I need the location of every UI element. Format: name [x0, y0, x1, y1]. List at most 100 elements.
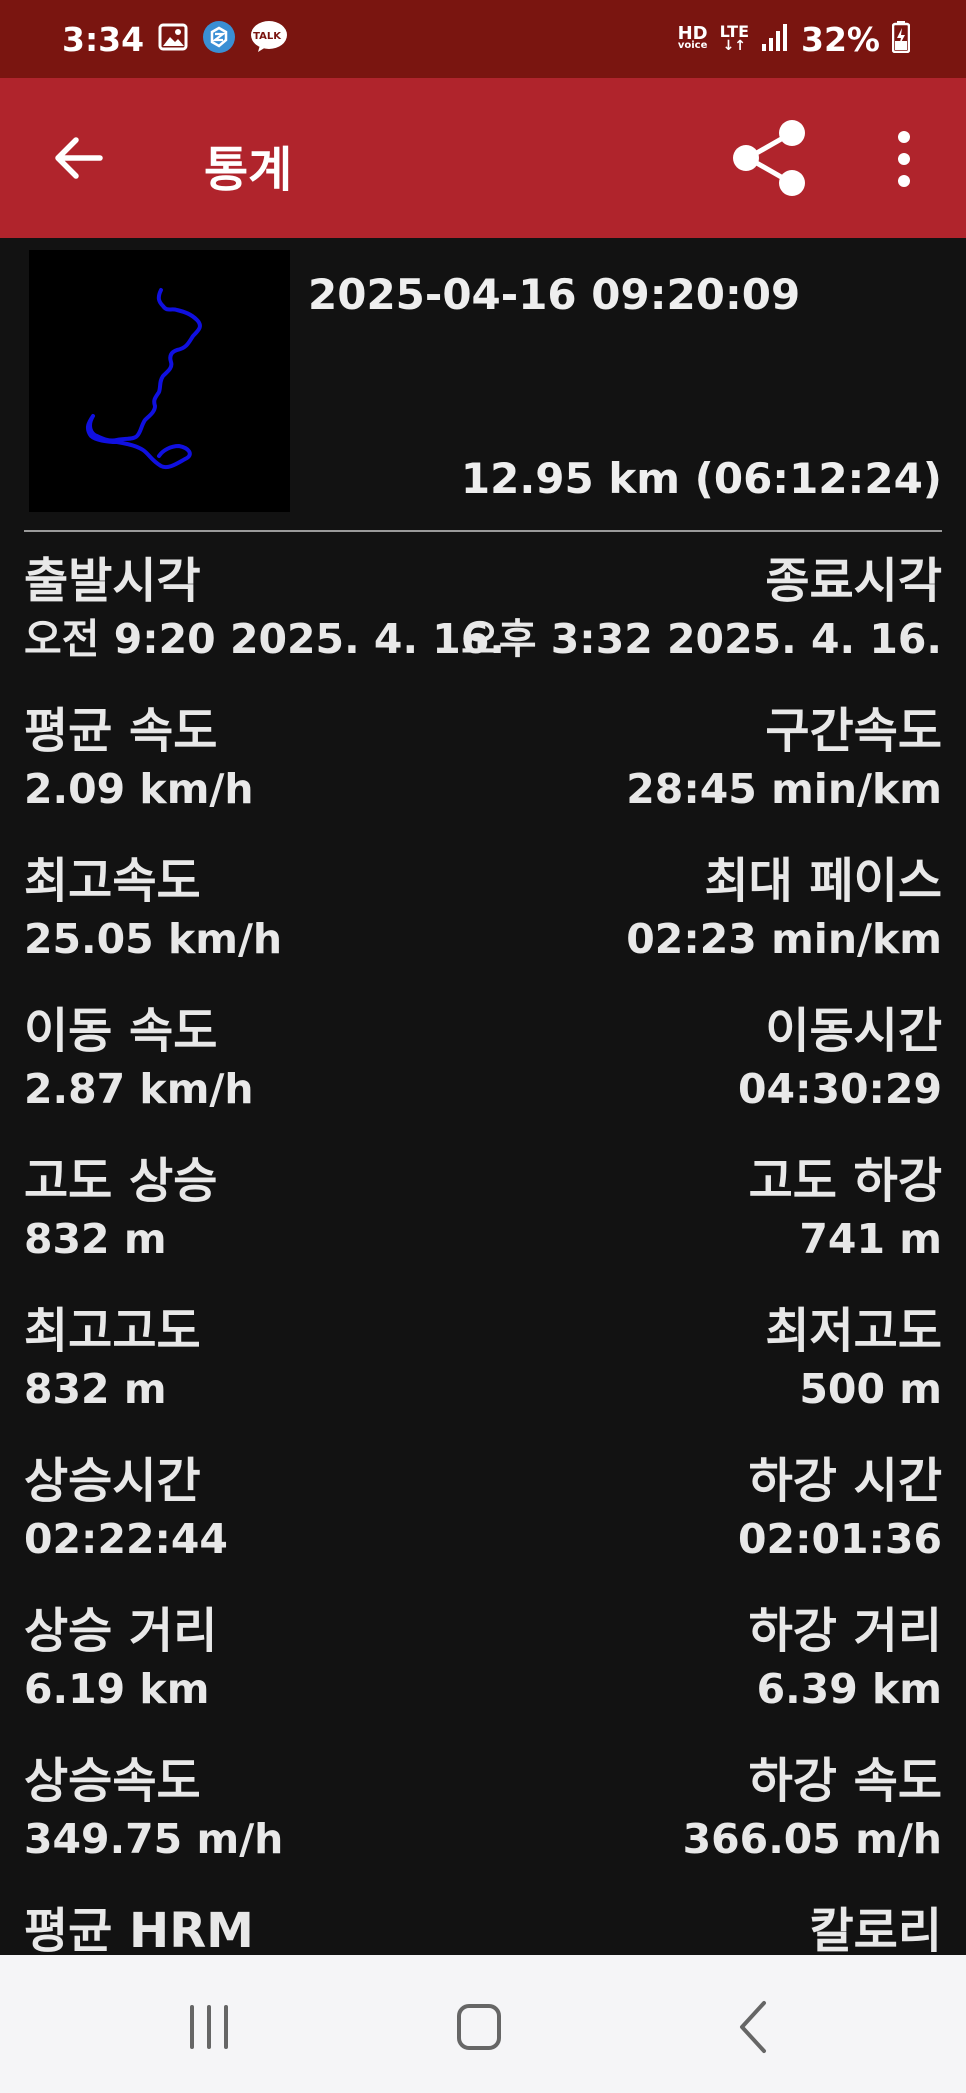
track-distance-duration: 12.95 km (06:12:24)	[460, 454, 942, 503]
stat-value: 832 m	[24, 1365, 167, 1413]
stat-label: 하강 속도	[748, 1753, 942, 1809]
stat-elevation-loss: 고도 하강 741 m	[749, 1150, 942, 1266]
stat-calories: 칼로리	[810, 1900, 942, 1955]
stat-average-speed: 평균 속도 2.09 km/h	[24, 700, 254, 816]
stat-ascent-speed: 상승속도 349.75 m/h	[24, 1750, 283, 1866]
stat-label: 구간속도	[765, 703, 942, 759]
stat-row: 출발시각 오전 9:20 2025. 4. 16. 종료시각 오후 3:32 2…	[24, 550, 942, 700]
stat-label: 종료시각	[765, 553, 942, 609]
stat-row: 상승 거리 6.19 km 하강 거리 6.39 km	[24, 1600, 942, 1750]
stat-row: 고도 상승 832 m 고도 하강 741 m	[24, 1150, 942, 1300]
app-notification-icon	[202, 20, 236, 58]
stat-label: 고도 하강	[748, 1153, 942, 1209]
stat-value: 6.19 km	[24, 1665, 210, 1713]
stat-pace: 구간속도 28:45 min/km	[626, 700, 942, 816]
status-right: HD voice LTE ↓↑ 32%	[677, 20, 911, 59]
stat-label: 최저고도	[765, 1303, 942, 1359]
lte-label: LTE	[719, 22, 749, 41]
hd-voice-line2: voice	[677, 40, 708, 51]
stat-label: 하강 거리	[748, 1603, 942, 1659]
track-map-thumbnail[interactable]	[29, 250, 290, 512]
stat-label: 고도 상승	[24, 1153, 218, 1209]
stat-value: 741 m	[799, 1215, 942, 1263]
arrow-left-icon	[55, 137, 103, 179]
stat-label: 출발시각	[24, 553, 201, 609]
talk-badge-label: TALK	[253, 31, 281, 42]
stat-row: 평균 HRM 칼로리	[24, 1900, 942, 1955]
stat-label: 평균 HRM	[24, 1903, 254, 1955]
stat-value: 832 m	[24, 1215, 167, 1263]
stat-max-speed: 최고속도 25.05 km/h	[24, 850, 282, 966]
stat-value: 25.05 km/h	[24, 915, 283, 963]
home-icon	[457, 2004, 501, 2050]
stat-average-hrm: 평균 HRM	[24, 1900, 254, 1955]
signal-strength-icon	[761, 22, 789, 56]
stat-value: 6.39 km	[756, 1665, 942, 1713]
stat-label: 이동 속도	[24, 1003, 218, 1059]
stat-value: 2.87 km/h	[24, 1065, 254, 1113]
gallery-notification-icon	[158, 22, 188, 56]
home-button[interactable]	[456, 2003, 502, 2051]
app-bar: 통계	[0, 78, 966, 238]
page-title: 통계	[204, 142, 293, 198]
stat-label: 칼로리	[809, 1903, 942, 1955]
divider	[24, 530, 942, 532]
stat-label: 상승속도	[24, 1753, 201, 1809]
stat-label: 상승시간	[24, 1453, 201, 1509]
stat-max-pace: 최대 페이스 02:23 min/km	[626, 850, 942, 966]
stat-max-altitude: 최고고도 832 m	[24, 1300, 201, 1416]
stat-label: 최고고도	[24, 1303, 201, 1359]
status-left: 3:34 TALK	[62, 20, 288, 59]
more-vertical-icon	[898, 131, 910, 187]
stat-value: 28:45 min/km	[626, 765, 942, 813]
share-icon	[733, 120, 805, 196]
stat-row: 상승속도 349.75 m/h 하강 속도 366.05 m/h	[24, 1750, 942, 1900]
stat-min-altitude: 최저고도 500 m	[765, 1300, 942, 1416]
stat-row: 상승시간 02:22:44 하강 시간 02:01:36	[24, 1450, 942, 1600]
chevron-left-icon	[740, 2001, 766, 2053]
hd-voice-indicator: HD voice	[677, 25, 708, 51]
stat-row: 평균 속도 2.09 km/h 구간속도 28:45 min/km	[24, 700, 942, 850]
stats-grid: 출발시각 오전 9:20 2025. 4. 16. 종료시각 오후 3:32 2…	[24, 550, 942, 1955]
system-navigation-bar	[0, 1955, 966, 2093]
battery-charging-icon	[891, 21, 911, 57]
stat-row: 최고속도 25.05 km/h 최대 페이스 02:23 min/km	[24, 850, 942, 1000]
stat-end-time: 종료시각 오후 3:32 2025. 4. 16.	[461, 550, 942, 666]
stat-ascent-distance: 상승 거리 6.19 km	[24, 1600, 217, 1716]
stat-value: 500 m	[799, 1365, 942, 1413]
stat-label: 하강 시간	[748, 1453, 942, 1509]
stat-value: 오후 3:32 2025. 4. 16.	[461, 615, 942, 663]
share-button[interactable]	[728, 118, 812, 198]
lte-indicator: LTE ↓↑	[719, 22, 749, 54]
stat-label: 최대 페이스	[704, 853, 942, 909]
stat-elevation-gain: 고도 상승 832 m	[24, 1150, 217, 1266]
status-time: 3:34	[62, 19, 145, 59]
system-back-button[interactable]	[736, 1999, 768, 2055]
kakaotalk-notification-icon: TALK	[250, 20, 288, 58]
stat-descent-distance: 하강 거리 6.39 km	[749, 1600, 942, 1716]
stat-value: 오전 9:20 2025. 4. 16.	[24, 615, 505, 663]
stat-moving-speed: 이동 속도 2.87 km/h	[24, 1000, 254, 1116]
track-route-path	[85, 288, 202, 469]
stat-label: 최고속도	[24, 853, 201, 909]
lte-arrows-icon: ↓↑	[722, 38, 747, 54]
stat-label: 상승 거리	[24, 1603, 218, 1659]
more-options-button[interactable]	[880, 124, 928, 194]
stat-moving-time: 이동시간 04:30:29	[738, 1000, 942, 1116]
status-bar: 3:34 TALK HD voice LTE ↓↑ 32%	[0, 0, 966, 78]
stat-value: 02:01:36	[738, 1515, 942, 1563]
stat-value: 349.75 m/h	[24, 1815, 284, 1863]
stat-start-time: 출발시각 오전 9:20 2025. 4. 16.	[24, 550, 505, 666]
recent-apps-button[interactable]	[186, 2005, 232, 2049]
statistics-content[interactable]: 2025-04-16 09:20:09 12.95 km (06:12:24) …	[0, 238, 966, 1955]
back-button[interactable]	[48, 128, 112, 188]
stat-value: 04:30:29	[738, 1065, 942, 1113]
stat-value: 02:22:44	[24, 1515, 228, 1563]
stat-descent-speed: 하강 속도 366.05 m/h	[683, 1750, 942, 1866]
stat-ascent-time: 상승시간 02:22:44	[24, 1450, 228, 1566]
track-date: 2025-04-16 09:20:09	[308, 270, 801, 319]
stat-value: 2.09 km/h	[24, 765, 254, 813]
stat-descent-time: 하강 시간 02:01:36	[738, 1450, 942, 1566]
stat-value: 366.05 m/h	[682, 1815, 942, 1863]
stat-row: 이동 속도 2.87 km/h 이동시간 04:30:29	[24, 1000, 942, 1150]
